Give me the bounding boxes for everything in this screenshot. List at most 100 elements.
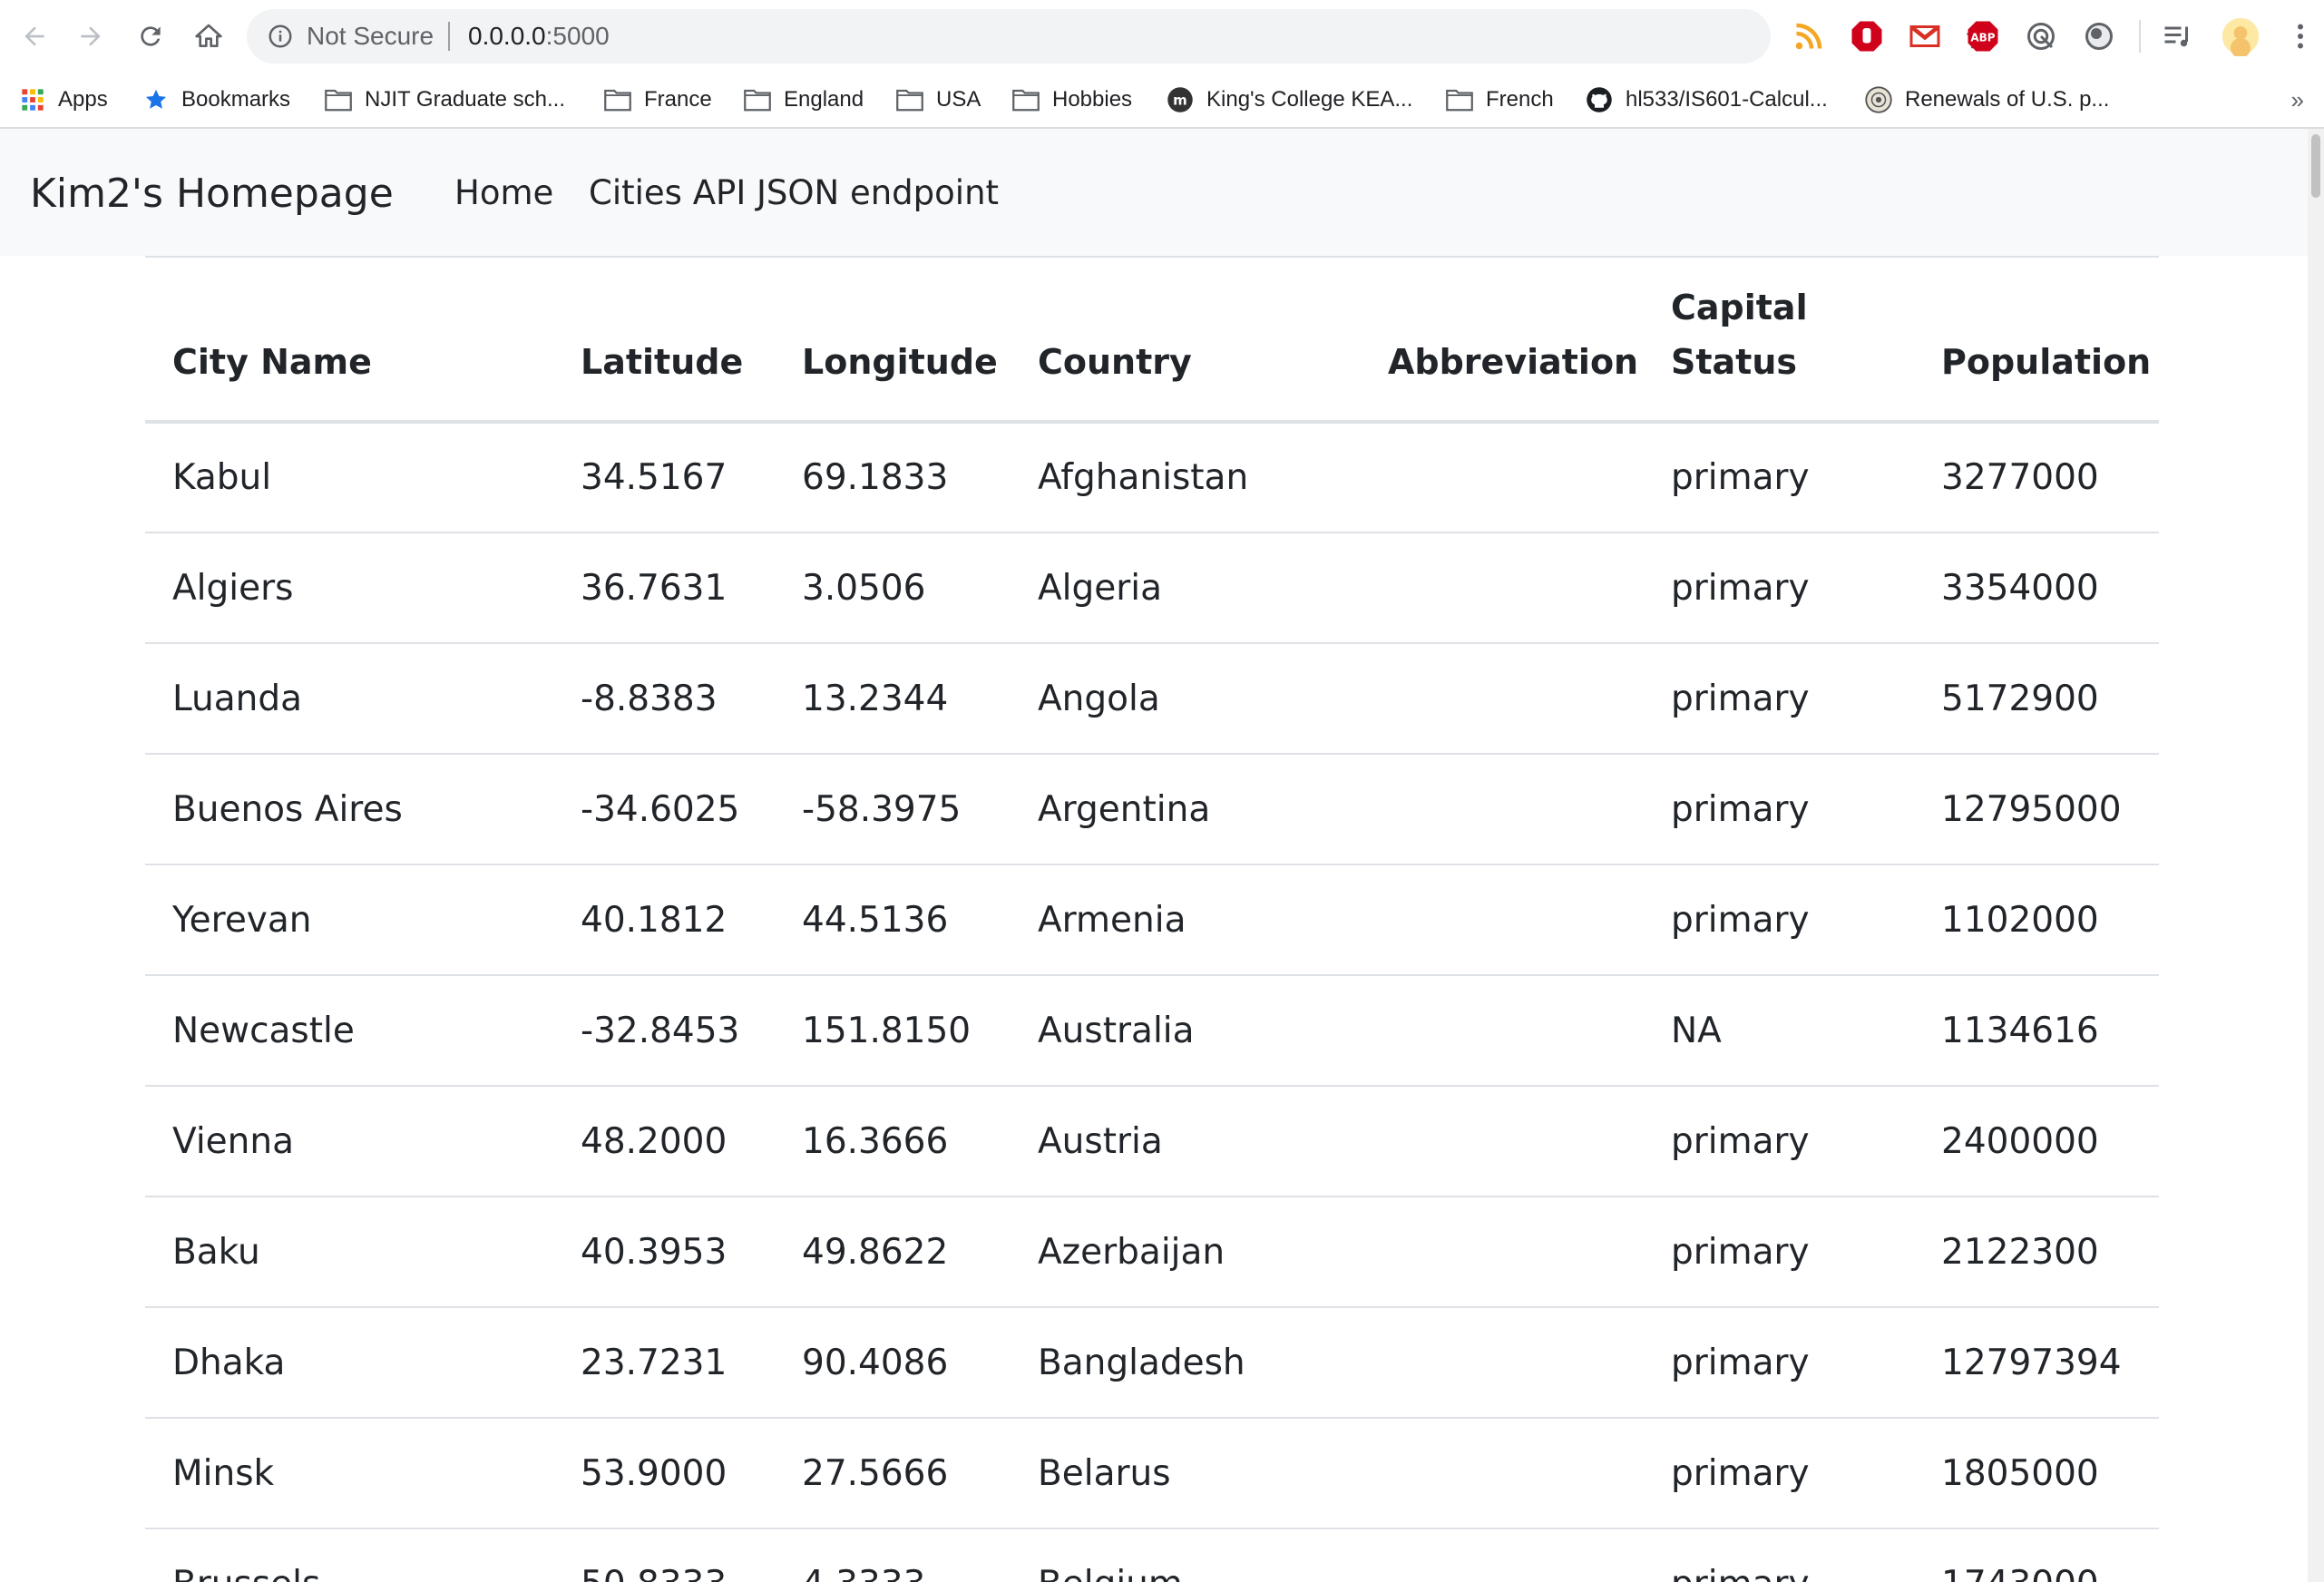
- adblock-plus-icon[interactable]: ABP: [1967, 20, 1999, 53]
- cell-city-name: Vienna: [172, 1120, 294, 1162]
- more-menu-icon[interactable]: [2284, 20, 2317, 53]
- cell-population: 3277000: [1941, 457, 2099, 498]
- cell-abbreviation: [1361, 1418, 1644, 1528]
- cell-longitude: 69.1833: [802, 457, 949, 498]
- bookmark-england[interactable]: England: [744, 73, 864, 127]
- back-button[interactable]: [13, 15, 56, 58]
- navbar-brand[interactable]: Kim2's Homepage: [30, 129, 394, 256]
- cell-longitude: 49.8622: [802, 1231, 949, 1273]
- cell-latitude: 50.8333: [553, 1528, 775, 1582]
- svg-text:ABP: ABP: [1970, 31, 1995, 44]
- cell-population: 1102000: [1941, 899, 2099, 941]
- extension-target-icon[interactable]: [2025, 20, 2057, 53]
- cell-country: Azerbaijan: [1038, 1231, 1225, 1273]
- table-header-row: City Name Latitude Longitude Country Abb…: [145, 257, 2159, 422]
- seal-icon: [1865, 86, 1892, 113]
- cell-latitude: -32.8453: [581, 1010, 740, 1051]
- bookmark-france[interactable]: France: [604, 73, 712, 127]
- cell-country: Angola: [1038, 678, 1160, 719]
- table-row: Minsk 53.9000 27.5666 Belarus primary 1805000: [145, 1418, 2159, 1528]
- cities-table-container: City Name Latitude Longitude Country Abb…: [145, 256, 2159, 1582]
- cell-city-name: Buenos Aires: [172, 788, 403, 830]
- cell-country: Argentina: [1038, 788, 1211, 830]
- bookmark-usa[interactable]: USA: [896, 73, 981, 127]
- bookmark-label: Renewals of U.S. p...: [1905, 87, 2110, 112]
- bookmark-label: France: [644, 87, 712, 112]
- cell-longitude: 151.8150: [802, 1010, 972, 1051]
- cell-population: 3354000: [1941, 567, 2099, 609]
- home-button[interactable]: [187, 15, 230, 58]
- url-text[interactable]: 0.0.0.0:5000: [468, 9, 610, 63]
- nav-link-cities-api[interactable]: Cities API JSON endpoint: [589, 129, 999, 256]
- bookmark-njit[interactable]: NJIT Graduate sch...: [325, 73, 565, 127]
- cell-latitude: -34.6025: [581, 788, 740, 830]
- page-scrollbar[interactable]: [2308, 129, 2324, 1582]
- rss-feed-icon[interactable]: [1792, 20, 1825, 53]
- profile-avatar-icon[interactable]: [2221, 16, 2261, 56]
- column-header-population: Population: [1941, 342, 2152, 382]
- navbar: Kim2's Homepage Home Cities API JSON end…: [0, 129, 2308, 256]
- bookmark-french[interactable]: French: [1446, 73, 1554, 127]
- cell-longitude: 16.3666: [802, 1120, 949, 1162]
- cell-capital-status: primary: [1671, 788, 1810, 830]
- cell-longitude: 27.5666: [802, 1452, 949, 1494]
- bookmark-renewals[interactable]: Renewals of U.S. p...: [1865, 73, 2109, 127]
- cell-latitude: 36.7631: [581, 567, 727, 609]
- media-queue-icon[interactable]: [2161, 20, 2193, 53]
- bookmark-bookmarks[interactable]: Bookmarks: [143, 73, 290, 127]
- home-icon: [195, 24, 222, 47]
- cell-latitude: 23.7231: [581, 1342, 727, 1383]
- apps-grid-icon: [22, 89, 44, 111]
- cell-latitude: 40.3953: [581, 1231, 727, 1273]
- cell-longitude: 90.4086: [802, 1342, 949, 1383]
- cell-city-name: Dhaka: [172, 1342, 286, 1383]
- cell-capital-status: primary: [1671, 1452, 1810, 1494]
- reload-button[interactable]: [129, 15, 172, 58]
- url-port: :5000: [545, 22, 610, 50]
- table-row: Kabul 34.5167 69.1833 Afghanistan primary 327…: [145, 422, 2159, 532]
- bookmark-hobbies[interactable]: Hobbies: [1012, 73, 1132, 127]
- cell-capital-status: primary: [1671, 899, 1810, 941]
- cell-capital-status: primary: [1671, 678, 1810, 719]
- extension-circle-icon[interactable]: [2083, 20, 2115, 53]
- bookmarks-overflow-button[interactable]: »: [2291, 73, 2304, 127]
- moodle-icon: m: [1167, 87, 1193, 112]
- bookmarks-bar: Apps Bookmarks NJIT Graduate sch... Fran…: [0, 73, 2324, 129]
- info-icon[interactable]: [267, 23, 294, 50]
- bookmark-kings-college[interactable]: m King's College KEA...: [1167, 73, 1412, 127]
- folder-icon: [325, 89, 352, 112]
- cell-capital-status: primary: [1671, 457, 1810, 498]
- adblock-hand-icon[interactable]: [1850, 20, 1883, 53]
- browser-toolbar: Not Secure 0.0.0.0:5000 ABP: [0, 0, 2324, 73]
- bookmark-label: Hobbies: [1052, 87, 1133, 112]
- cell-capital-status: primary: [1671, 1231, 1810, 1273]
- bookmark-github[interactable]: hl533/IS601-Calcul...: [1586, 73, 1828, 127]
- cell-population: 1134616: [1941, 1010, 2099, 1051]
- folder-icon: [1012, 89, 1040, 112]
- status-header-line: Status: [1671, 342, 1798, 382]
- table-row: Algiers 36.7631 3.0506 Algeria primary 335400…: [145, 532, 2159, 643]
- scrollbar-thumb[interactable]: [2311, 134, 2320, 198]
- cell-abbreviation: [1361, 532, 1644, 643]
- table-row: Dhaka 23.7231 90.4086 Bangladesh primary 1279…: [145, 1307, 2159, 1418]
- bookmark-apps[interactable]: Apps: [20, 73, 108, 127]
- gmail-icon[interactable]: [1909, 20, 1941, 53]
- cell-population: 2400000: [1941, 1120, 2099, 1162]
- bookmark-label: Apps: [58, 87, 108, 112]
- cell-country: Australia: [1038, 1010, 1195, 1051]
- cell-abbreviation: [1361, 1307, 1644, 1418]
- address-bar[interactable]: Not Secure 0.0.0.0:5000: [247, 9, 1992, 63]
- column-header-longitude: Longitude: [802, 342, 998, 382]
- cell-latitude: 40.1812: [581, 899, 727, 941]
- security-label: Not Secure: [307, 22, 435, 50]
- cell-city-name: Brussels: [145, 1528, 553, 1582]
- nav-link-home[interactable]: Home: [454, 129, 553, 256]
- cell-city-name: Luanda: [172, 678, 303, 719]
- reload-icon: [141, 26, 161, 46]
- forward-button[interactable]: [69, 15, 112, 58]
- table-row: Yerevan 40.1812 44.5136 Armenia primary 11020…: [145, 864, 2159, 975]
- cell-country: Belgium: [1011, 1528, 1361, 1582]
- cell-longitude: 3.0506: [802, 567, 926, 609]
- cell-abbreviation: [1361, 1528, 1644, 1582]
- cell-abbreviation: [1361, 864, 1644, 975]
